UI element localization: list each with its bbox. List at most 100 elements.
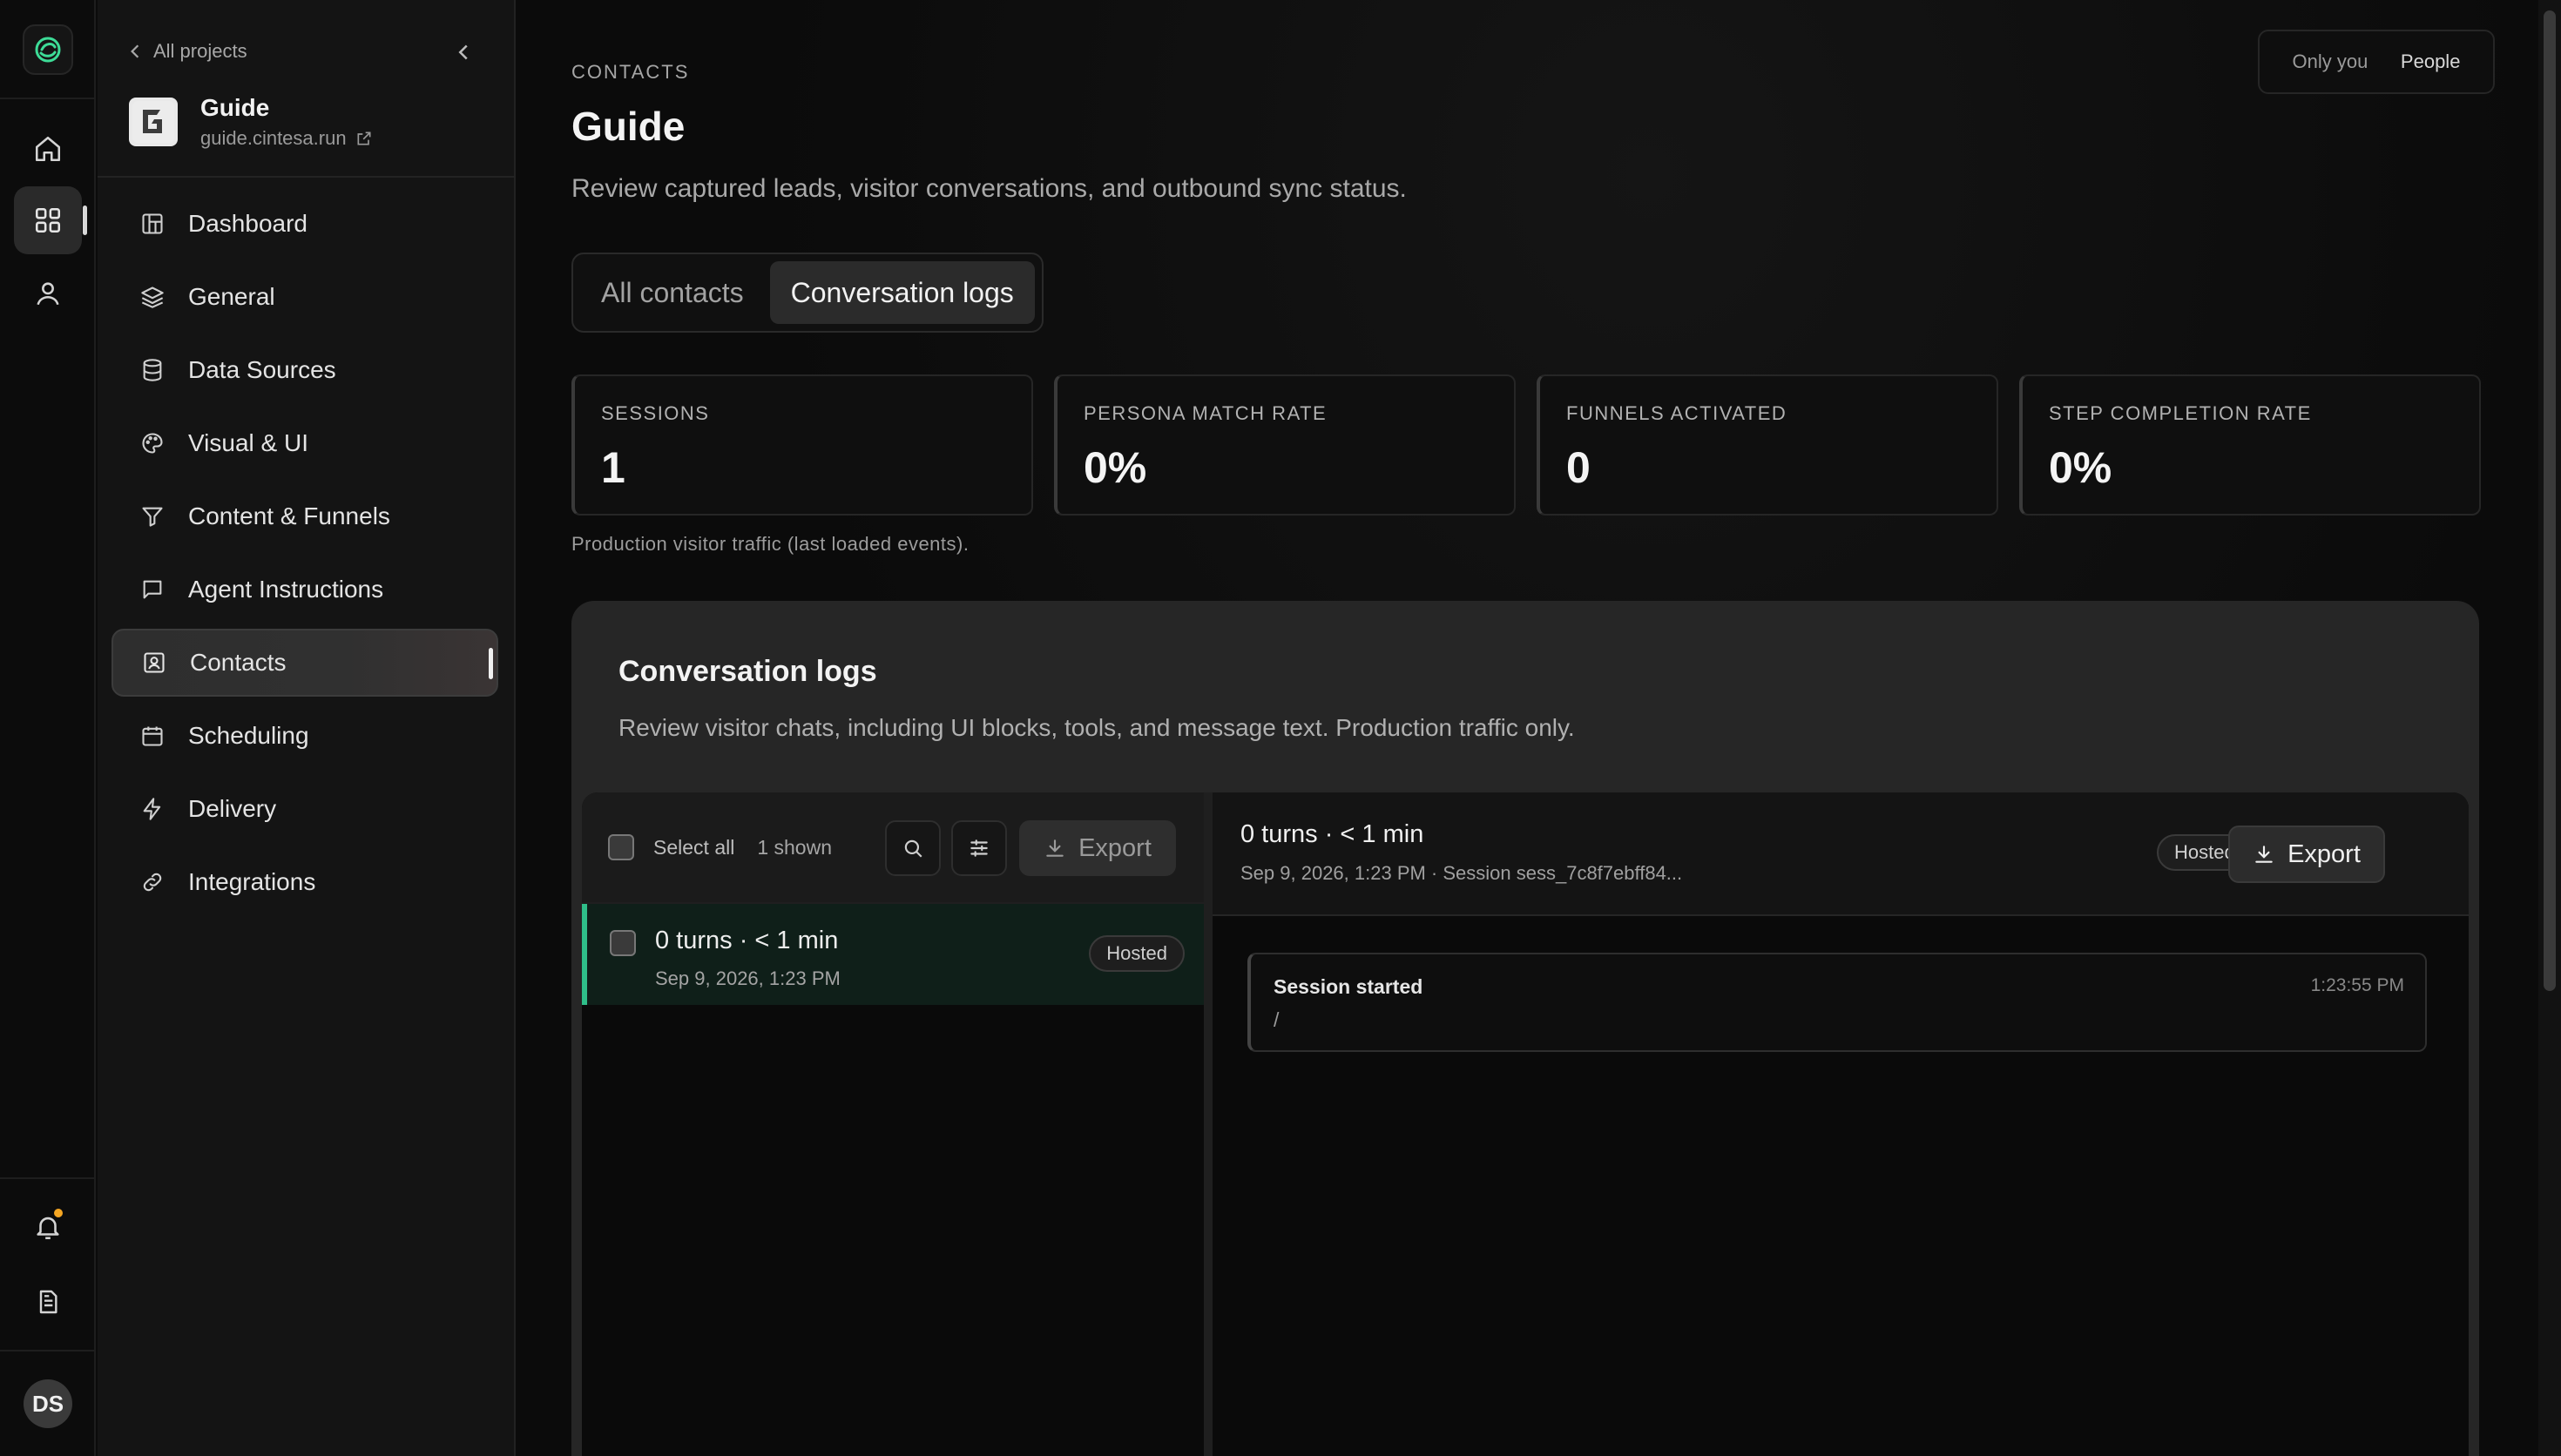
sidebar-item-data-sources[interactable]: Data Sources — [111, 336, 498, 404]
logo-icon — [35, 37, 61, 63]
message-icon — [139, 576, 166, 603]
icon-rail: DS — [0, 0, 96, 1456]
list-export-button[interactable]: Export — [1019, 820, 1176, 876]
sidebar-nav: Dashboard General Data Sources Visual & … — [111, 190, 498, 921]
list-export-label: Export — [1078, 833, 1152, 862]
sidebar-item-label: Data Sources — [188, 356, 336, 383]
detail-meta: Sep 9, 2026, 1:23 PM · Session sess_7c8f… — [1240, 862, 1683, 884]
stat-value: 0 — [1566, 443, 1591, 492]
rail-divider — [0, 98, 96, 99]
conversation-logs-panel: Conversation logs Review visitor chats, … — [571, 601, 2479, 1456]
detail-title: 0 turns · < 1 min — [1240, 820, 1424, 848]
breadcrumb: CONTACTS — [571, 61, 690, 83]
sidebar-item-agent-instructions[interactable]: Agent Instructions — [111, 556, 498, 624]
rail-home-button[interactable] — [14, 115, 82, 183]
sidebar-item-integrations[interactable]: Integrations — [111, 848, 498, 916]
status-badge: Hosted — [1089, 935, 1185, 972]
contacts-tabs: All contacts Conversation logs — [571, 253, 1044, 333]
sidebar-item-contacts[interactable]: Contacts — [111, 629, 498, 697]
rail-projects-button[interactable] — [14, 186, 87, 254]
page-title: Guide — [571, 104, 686, 149]
stat-value: 0% — [1084, 443, 1147, 492]
project-name: Guide — [200, 94, 270, 121]
avatar[interactable]: DS — [24, 1379, 72, 1428]
notification-dot — [52, 1207, 64, 1219]
rail-divider — [0, 1350, 96, 1352]
chevron-left-icon — [131, 44, 139, 58]
tab-all-contacts[interactable]: All contacts — [580, 261, 765, 324]
project-url-link[interactable]: guide.cintesa.run — [200, 127, 373, 150]
sidebar-item-label: Contacts — [190, 649, 287, 676]
rail-notifications-button[interactable] — [14, 1193, 82, 1261]
stat-label: STEP COMPLETION RATE — [2049, 402, 2312, 424]
project-header: Guide guide.cintesa.run — [129, 94, 373, 150]
funnel-icon — [139, 503, 166, 529]
stat-card-funnels-activated: FUNNELS ACTIVATED 0 — [1537, 374, 1998, 516]
page-scrollbar[interactable] — [2538, 0, 2561, 1456]
select-all-label[interactable]: Select all — [653, 836, 734, 859]
rail-divider — [0, 1177, 96, 1179]
project-sidebar: All projects Guide guide.cintesa.run Das… — [98, 0, 516, 1456]
sidebar-item-dashboard[interactable]: Dashboard — [111, 190, 498, 258]
main-content: CONTACTS Guide Review captured leads, vi… — [517, 0, 2538, 1456]
database-icon — [139, 357, 166, 383]
user-icon — [37, 282, 59, 306]
sidebar-item-delivery[interactable]: Delivery — [111, 775, 498, 843]
session-title: 0 turns · < 1 min — [655, 927, 839, 954]
detail-export-button[interactable]: Export — [2228, 826, 2385, 883]
session-detail: 0 turns · < 1 min Sep 9, 2026, 1:23 PM ·… — [1213, 792, 2469, 1456]
sidebar-item-visual-ui[interactable]: Visual & UI — [111, 409, 498, 477]
external-link-icon — [357, 131, 371, 145]
app-logo[interactable] — [23, 24, 73, 75]
stats-row: SESSIONS 1 PERSONA MATCH RATE 0% FUNNELS… — [571, 374, 2481, 516]
sidebar-item-scheduling[interactable]: Scheduling — [111, 702, 498, 770]
stat-value: 1 — [601, 443, 625, 492]
event-card: Session started / 1:23:55 PM — [1247, 953, 2427, 1052]
detail-header: 0 turns · < 1 min Sep 9, 2026, 1:23 PM ·… — [1213, 792, 2469, 916]
download-icon — [1046, 839, 1064, 857]
panel-title: Conversation logs — [618, 655, 877, 688]
grid-icon — [35, 207, 61, 233]
audience-people[interactable]: People — [2401, 51, 2461, 73]
project-logo — [129, 98, 178, 146]
chevron-left-icon — [458, 44, 468, 60]
collapse-sidebar-button[interactable] — [449, 38, 477, 66]
rail-account-button[interactable] — [14, 260, 82, 327]
palette-icon — [139, 430, 166, 456]
event-time: 1:23:55 PM — [2310, 975, 2404, 995]
sidebar-item-label: General — [188, 283, 275, 310]
list-item[interactable]: 0 turns · < 1 min Sep 9, 2026, 1:23 PM H… — [582, 904, 1204, 1005]
sidebar-item-content-funnels[interactable]: Content & Funnels — [111, 482, 498, 550]
select-all-checkbox[interactable] — [608, 834, 634, 860]
filter-button[interactable] — [951, 820, 1007, 876]
all-projects-link[interactable]: All projects — [129, 40, 247, 63]
sidebar-item-label: Delivery — [188, 795, 277, 822]
sidebar-item-label: Agent Instructions — [188, 576, 384, 603]
contact-card-icon — [141, 650, 167, 676]
sidebar-item-label: Content & Funnels — [188, 502, 390, 529]
stat-card-persona-match-rate: PERSONA MATCH RATE 0% — [1054, 374, 1516, 516]
stat-label: SESSIONS — [601, 402, 710, 424]
stat-card-step-completion-rate: STEP COMPLETION RATE 0% — [2019, 374, 2481, 516]
sliders-icon — [970, 839, 988, 857]
all-projects-label: All projects — [153, 40, 247, 62]
download-icon — [2255, 846, 2273, 863]
search-button[interactable] — [885, 820, 941, 876]
document-icon — [39, 1290, 57, 1314]
row-checkbox[interactable] — [610, 930, 636, 956]
page-subtitle: Review captured leads, visitor conversat… — [571, 174, 1407, 203]
panel-description: Review visitor chats, including UI block… — [618, 714, 1575, 741]
logs-split-view: Select all 1 shown Export 0 turns · < 1 … — [582, 792, 2469, 1456]
tab-conversation-logs[interactable]: Conversation logs — [769, 261, 1035, 324]
stat-value: 0% — [2049, 443, 2112, 492]
stats-note: Production visitor traffic (last loaded … — [571, 533, 970, 555]
rail-docs-button[interactable] — [14, 1268, 82, 1336]
audience-only-you[interactable]: Only you — [2293, 51, 2368, 73]
scrollbar-thumb[interactable] — [2544, 10, 2556, 991]
search-icon — [904, 839, 922, 858]
sidebar-item-general[interactable]: General — [111, 263, 498, 331]
calendar-icon — [139, 723, 166, 749]
stat-label: PERSONA MATCH RATE — [1084, 402, 1328, 424]
layers-icon — [139, 284, 166, 310]
event-title: Session started — [1274, 975, 1423, 998]
